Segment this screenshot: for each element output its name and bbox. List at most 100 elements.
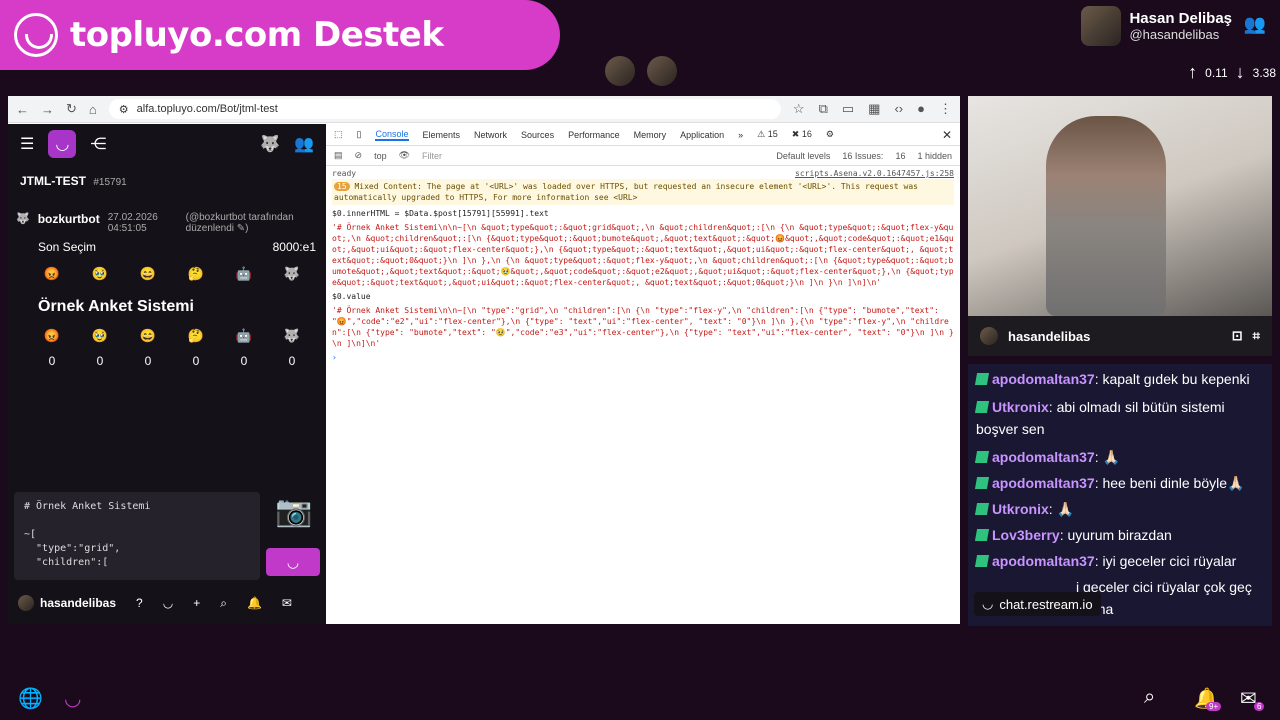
chat-message: apodomaltan37: hee beni dinle böyle🙏🏻 <box>974 472 1264 494</box>
current-user[interactable]: hasandelibas <box>18 595 116 611</box>
tab-performance[interactable]: Performance <box>568 130 620 140</box>
poll-count: 0 <box>96 354 104 368</box>
site-info-icon[interactable]: ⚙ <box>119 103 129 116</box>
warning-counter[interactable]: ⚠ 15 <box>757 129 778 140</box>
streamer-video <box>1046 116 1166 316</box>
emoji-option[interactable]: 😄 <box>140 266 156 282</box>
extensions-icon[interactable]: ⧉ <box>819 101 828 117</box>
issues-label[interactable]: 16 Issues: <box>842 151 883 161</box>
emoji-option[interactable]: 🥹 <box>92 266 108 282</box>
people-icon[interactable]: 👥 <box>1244 14 1266 35</box>
error-counter[interactable]: ✖ 16 <box>792 129 812 140</box>
tab-elements[interactable]: Elements <box>423 130 461 140</box>
tab-network[interactable]: Network <box>474 130 507 140</box>
poll-count: 0 <box>288 354 296 368</box>
tab-search-icon[interactable]: ▭ <box>842 101 854 117</box>
devtools-icon[interactable]: ‹› <box>894 101 903 117</box>
device-icon[interactable]: ▯ <box>357 129 362 140</box>
current-user-name: hasandelibas <box>40 596 117 610</box>
poll-button[interactable]: 😄 <box>140 328 156 344</box>
eye-icon[interactable]: 👁 <box>399 150 410 161</box>
globe-icon[interactable]: 🌐 <box>18 686 43 711</box>
chat-message: apodomaltan37: iyi geceler cici rüyalar <box>974 550 1264 572</box>
message-editor[interactable]: # Örnek Anket Sistemi ~[ "type":"grid", … <box>14 492 260 580</box>
bot-avatar-icon: 🐺 <box>16 213 30 225</box>
settings-gear-icon[interactable]: ⚙ <box>826 129 834 140</box>
mail-icon[interactable]: ✉ <box>282 596 292 610</box>
close-devtools-icon[interactable]: ✕ <box>942 128 952 142</box>
url-bar[interactable]: ⚙ alfa.topluyo.com/Bot/jtml-test <box>108 99 781 119</box>
console-ready: ready scripts.Asena.v2.0.1647457.js:258 <box>332 168 954 179</box>
issues-count[interactable]: 16 <box>895 151 905 161</box>
levels-select[interactable]: Default levels <box>776 151 830 161</box>
bookmark-star-icon[interactable]: ☆ <box>793 101 805 117</box>
profile-icon[interactable]: ● <box>917 101 925 117</box>
bell-icon[interactable]: 🔔 <box>247 596 262 610</box>
captions-icon[interactable]: ⊡ <box>1232 328 1243 344</box>
context-select[interactable]: top <box>374 151 387 161</box>
topluyo-icon[interactable]: ◡ <box>163 596 173 610</box>
poll-button[interactable]: 🤔 <box>188 328 204 344</box>
home-icon[interactable]: ⌂ <box>89 102 97 117</box>
emoji-option[interactable]: 🤔 <box>188 266 204 282</box>
user-avatar <box>18 595 34 611</box>
streamer-handle: @hasandelibas <box>1129 27 1220 42</box>
download-arrow-icon: ↓ <box>1235 62 1245 82</box>
screenshot-icon[interactable]: ⌗ <box>1253 328 1260 344</box>
hamburger-icon[interactable]: ☰ <box>20 134 34 154</box>
tab-application[interactable]: Application <box>680 130 724 140</box>
plus-icon[interactable]: + <box>193 596 200 610</box>
search-icon[interactable]: ⌕ <box>1144 686 1155 709</box>
topluyo-banner: topluyo.com Destek <box>0 0 560 70</box>
menu-icon[interactable]: ⋮ <box>939 101 952 117</box>
forward-icon[interactable]: → <box>41 102 54 117</box>
inspect-icon[interactable]: ⬚ <box>334 129 343 140</box>
topluyo-footer-icon[interactable]: ◡ <box>64 686 81 711</box>
emoji-option[interactable]: 🐺 <box>284 266 300 282</box>
console-output: ready scripts.Asena.v2.0.1647457.js:258 … <box>326 166 960 368</box>
camera-icon[interactable]: 📷 <box>270 494 318 538</box>
console-source-link[interactable]: scripts.Asena.v2.0.1647457.js:258 <box>795 168 954 179</box>
help-icon[interactable]: ? <box>136 596 143 610</box>
sidebar-toggle-icon[interactable]: ▤ <box>334 150 343 161</box>
reload-icon[interactable]: ↻ <box>66 101 77 117</box>
emoji-option[interactable]: 🤖 <box>236 266 252 282</box>
overlay-footer: 🌐 ◡ ⌕ 🔔 9+ ✉ 6 <box>0 680 1280 716</box>
chat-panel: apodomaltan37: kapalt gıdek bu kepenki U… <box>968 364 1272 626</box>
devtools-tabs: ⬚ ▯ Console Elements Network Sources Per… <box>326 124 960 146</box>
chat-message: apodomaltan37: 🙏🏻 <box>974 446 1264 468</box>
viewer-avatar <box>647 56 677 86</box>
post-author[interactable]: bozkurtbot <box>38 212 100 226</box>
share-icon[interactable]: ⋲ <box>90 134 106 154</box>
app-bottom-bar: hasandelibas ? ◡ + ⌕ 🔔 ✉ <box>8 588 326 618</box>
emoji-row-top: 😡 🥹 😄 🤔 🤖 🐺 <box>8 254 326 282</box>
filter-input[interactable]: Filter <box>422 151 764 161</box>
more-tabs-icon[interactable]: » <box>738 130 743 140</box>
members-icon[interactable]: 👥 <box>294 134 314 154</box>
topluyo-app: ☰ ◡ ⋲ 🐺 👥 JTML-TEST #15791 🐺 bozkurtbot … <box>8 124 326 624</box>
clear-console-icon[interactable]: ⊘ <box>355 150 363 161</box>
search-icon[interactable]: ⌕ <box>220 596 227 611</box>
poll-button[interactable]: 🥹 <box>92 328 108 344</box>
console-filter-bar: ▤ ⊘ top 👁 Filter Default levels 16 Issue… <box>326 146 960 166</box>
poll-count: 0 <box>144 354 152 368</box>
back-icon[interactable]: ← <box>16 102 29 117</box>
browser-toolbar: ← → ↻ ⌂ ⚙ alfa.topluyo.com/Bot/jtml-test… <box>8 96 960 123</box>
qr-icon[interactable]: ▦ <box>868 101 880 117</box>
poll-button[interactable]: 😡 <box>44 328 60 344</box>
console-prompt[interactable]: › <box>332 349 954 366</box>
network-stats: ↑ 0.11 ↓ 3.38 <box>1188 62 1276 83</box>
app-logo-button[interactable]: ◡ <box>48 130 77 158</box>
console-result: '# Örnek Anket Sistemi\n\n~[\n &quot;typ… <box>332 223 954 287</box>
poll-button[interactable]: 🐺 <box>284 328 300 344</box>
poll-button[interactable]: 🤖 <box>236 328 252 344</box>
viewer-cams <box>605 56 677 86</box>
tab-console[interactable]: Console <box>375 129 409 141</box>
poll-count: 0 <box>240 354 248 368</box>
emoji-option[interactable]: 😡 <box>44 266 60 282</box>
tab-memory[interactable]: Memory <box>634 130 667 140</box>
streamer-name: Hasan Delibaş <box>1129 10 1232 27</box>
upload-value: 0.11 <box>1205 65 1228 80</box>
send-button[interactable]: ◡ <box>266 548 320 576</box>
tab-sources[interactable]: Sources <box>521 130 554 140</box>
